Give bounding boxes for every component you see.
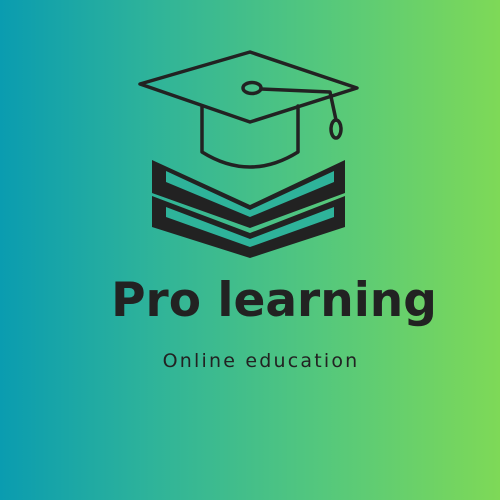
brand-name: Pro learning	[111, 273, 437, 328]
books-stack-icon	[152, 160, 345, 258]
tagline: Online education	[162, 350, 360, 372]
logo-emblem	[138, 50, 359, 258]
graduation-cap-icon	[138, 50, 359, 169]
logo-canvas: { "brand": { "name": "Pro learning", "ta…	[0, 0, 500, 500]
